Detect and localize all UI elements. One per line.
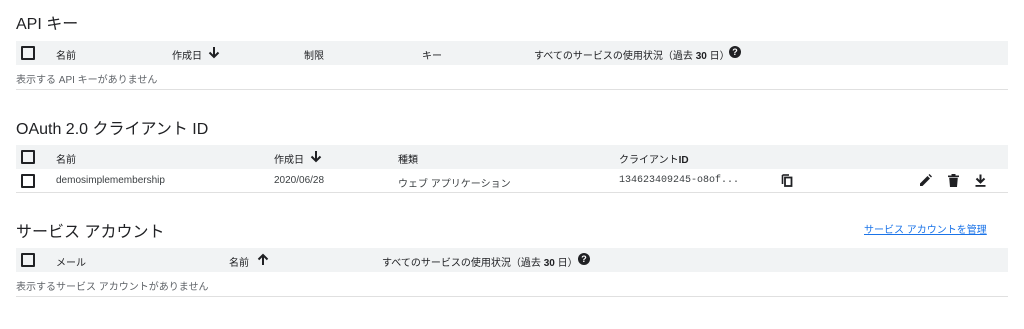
oauth-title: OAuth 2.0 クライアント ID bbox=[16, 121, 209, 138]
download-icon[interactable] bbox=[975, 174, 986, 187]
oauth-row-checkbox[interactable] bbox=[21, 174, 35, 188]
api-keys-col-key: キー bbox=[422, 51, 442, 62]
service-accounts-col-usage: すべてのサービスの使用状況（過去 30 日） bbox=[382, 254, 578, 269]
service-accounts-empty-message: 表示するサービス アカウントがありません bbox=[16, 282, 209, 293]
copy-icon[interactable] bbox=[781, 174, 793, 187]
divider bbox=[16, 192, 1008, 193]
pencil-icon[interactable] bbox=[919, 174, 932, 187]
trash-icon[interactable] bbox=[948, 174, 959, 187]
help-icon[interactable]: ? bbox=[729, 46, 741, 58]
arrow-down-icon[interactable] bbox=[310, 150, 322, 163]
oauth-col-client-id: クライアントID bbox=[619, 151, 689, 166]
service-accounts-title: サービス アカウント bbox=[16, 224, 165, 241]
oauth-header-row bbox=[16, 145, 1008, 169]
svg-text:?: ? bbox=[732, 47, 738, 57]
api-keys-col-created[interactable]: 作成日 bbox=[172, 47, 202, 62]
divider bbox=[16, 296, 1008, 297]
api-keys-col-name[interactable]: 名前 bbox=[56, 47, 76, 62]
usage-suffix: 日） bbox=[557, 258, 578, 269]
usage-days: 30 bbox=[695, 51, 707, 62]
usage-suffix: 日） bbox=[709, 51, 730, 62]
oauth-row-name[interactable]: demosimplemembership bbox=[56, 175, 165, 186]
oauth-row-client-id: 134623409245-o8of... bbox=[619, 175, 740, 186]
oauth-row-created: 2020/06/28 bbox=[274, 175, 325, 186]
manage-service-accounts-link[interactable]: サービス アカウントを管理 bbox=[864, 221, 987, 236]
api-keys-header-row bbox=[16, 41, 1008, 65]
arrow-down-icon[interactable] bbox=[208, 46, 220, 59]
service-accounts-select-all-checkbox[interactable] bbox=[21, 253, 35, 267]
api-keys-select-all-checkbox[interactable] bbox=[21, 46, 35, 60]
api-keys-empty-message: 表示する API キーがありません bbox=[16, 75, 158, 86]
usage-days: 30 bbox=[543, 258, 555, 269]
oauth-col-type[interactable]: 種類 bbox=[398, 151, 418, 166]
divider bbox=[16, 89, 1008, 90]
client-id-suffix: ID bbox=[678, 155, 689, 166]
service-accounts-col-email[interactable]: メール bbox=[56, 254, 86, 269]
service-accounts-col-name[interactable]: 名前 bbox=[229, 254, 249, 269]
help-icon[interactable]: ? bbox=[578, 253, 590, 265]
client-id-label: クライアント bbox=[619, 155, 679, 166]
api-keys-title: API キー bbox=[16, 16, 79, 33]
oauth-col-name[interactable]: 名前 bbox=[56, 151, 76, 166]
oauth-col-created[interactable]: 作成日 bbox=[274, 151, 304, 166]
usage-label: すべてのサービスの使用状況（過去 bbox=[534, 51, 693, 62]
svg-text:?: ? bbox=[581, 254, 587, 264]
usage-label: すべてのサービスの使用状況（過去 bbox=[382, 258, 541, 269]
arrow-up-icon[interactable] bbox=[257, 253, 269, 266]
api-keys-col-usage: すべてのサービスの使用状況（過去 30 日） bbox=[534, 47, 730, 62]
oauth-row-type: ウェブ アプリケーション bbox=[398, 179, 511, 190]
oauth-select-all-checkbox[interactable] bbox=[21, 150, 35, 164]
api-keys-col-restrictions: 制限 bbox=[304, 51, 324, 62]
